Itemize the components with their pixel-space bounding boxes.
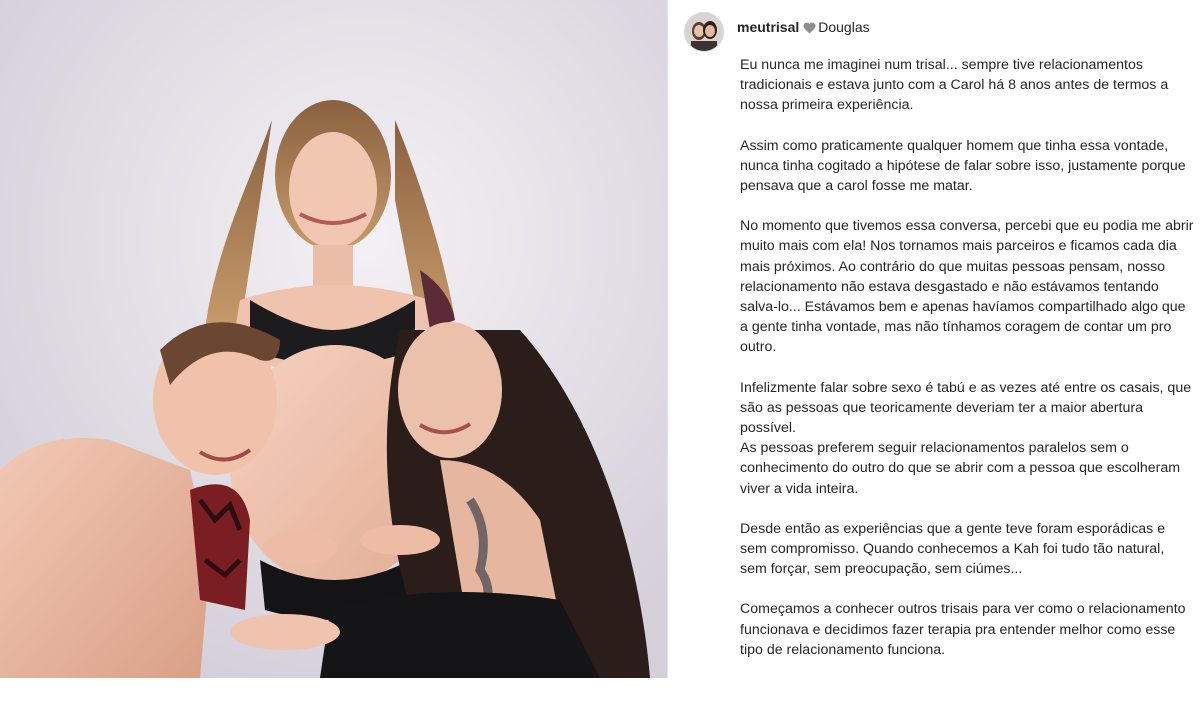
post-photo[interactable] [0,0,667,678]
avatar[interactable] [684,12,724,52]
caption-paragraph: Infelizmente falar sobre sexo é tabú e a… [740,379,1192,437]
instagram-post: meutrisal Douglas Eu nunca me imaginei n… [0,0,1200,709]
caption-paragraph: Desde então as experiências que a gente … [740,520,1166,578]
caption-panel: meutrisal Douglas Eu nunca me imaginei n… [668,0,1200,678]
post-author: meutrisal Douglas [737,19,870,35]
heart-icon [803,21,816,34]
caption-text: Eu nunca me imaginei num trisal... sempr… [740,55,1195,680]
caption-paragraph: Assim como praticamente qualquer homem q… [740,137,1186,195]
avatar-image [685,13,723,51]
photo-illustration [0,0,667,678]
partner-name: Douglas [818,19,870,35]
caption-paragraph: No momento que tivemos essa conversa, pe… [740,218,1194,356]
username-link[interactable]: meutrisal [737,19,799,35]
caption-paragraph: Começamos a conhecer outros trisais para… [740,601,1186,658]
post-header: meutrisal Douglas [684,12,870,52]
caption-paragraph: As pessoas preferem seguir relacionament… [740,440,1181,497]
caption-paragraph: Eu nunca me imaginei num trisal... sempr… [740,57,1169,114]
